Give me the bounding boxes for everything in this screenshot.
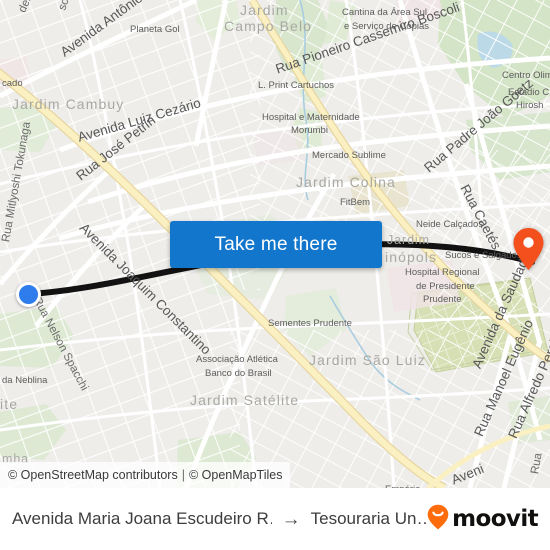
take-me-there-button[interactable]: Take me there — [170, 221, 382, 268]
moovit-trip-map-screen: desscoliAvenida AntônioPlaneta GolJardim… — [0, 0, 550, 550]
moovit-logo[interactable]: moovit — [427, 504, 539, 535]
trip-summary[interactable]: Avenida Maria Joana Escudeiro R… → Tesou… — [12, 509, 427, 529]
arrow-right-icon: → — [281, 508, 301, 530]
take-me-there-label: Take me there — [214, 233, 338, 255]
trip-bottom-bar: Avenida Maria Joana Escudeiro R… → Tesou… — [0, 488, 550, 550]
map-canvas[interactable]: desscoliAvenida AntônioPlaneta GolJardim… — [0, 0, 550, 488]
osm-attribution-link[interactable]: © OpenStreetMap contributors — [8, 468, 178, 482]
moovit-pin-icon — [427, 504, 449, 535]
destination-pin-marker[interactable] — [512, 227, 545, 271]
attribution-separator: | — [181, 468, 185, 482]
openmaptiles-attribution-link[interactable]: © OpenMapTiles — [189, 468, 283, 482]
trip-origin-name: Avenida Maria Joana Escudeiro R… — [12, 509, 272, 528]
moovit-wordmark: moovit — [452, 506, 538, 532]
trip-destination-name: Tesouraria Un… — [310, 509, 428, 528]
origin-dot-marker[interactable] — [16, 282, 41, 307]
map-attribution: © OpenStreetMap contributors | © OpenMap… — [0, 462, 291, 488]
